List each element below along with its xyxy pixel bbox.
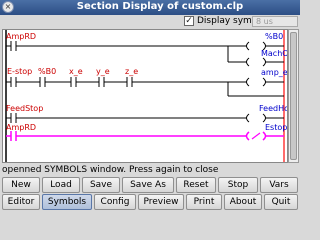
contact-label: FeedStop: [6, 104, 43, 113]
contact-label: x_e: [69, 67, 83, 76]
config-button[interactable]: Config: [94, 194, 136, 210]
coil-label: %B0: [265, 32, 283, 41]
coil-label: Estop: [265, 123, 287, 132]
ladder-canvas[interactable]: AmpRD %B0 MachOn E-stop %B0 x_e y_e z_e: [2, 29, 288, 163]
contact-symbol: [126, 77, 133, 87]
stop-button[interactable]: Stop: [218, 177, 258, 193]
load-button[interactable]: Load: [42, 177, 80, 193]
toolbar: ✓ Display symbols 8 us: [0, 15, 300, 29]
title-bar: × Section Display of custom.clp: [0, 0, 300, 16]
coil-label: MachOn: [261, 49, 287, 58]
editor-button[interactable]: Editor: [2, 194, 40, 210]
contact-label: z_e: [125, 67, 138, 76]
save-button[interactable]: Save: [82, 177, 120, 193]
contact-symbol: [10, 41, 17, 51]
quit-button[interactable]: Quit: [264, 194, 298, 210]
contact-label: E-stop: [7, 67, 32, 76]
contact-symbol: [39, 77, 46, 87]
contact-label: AmpRD: [6, 32, 36, 41]
print-button[interactable]: Print: [186, 194, 222, 210]
scrollbar-thumb[interactable]: [290, 32, 297, 160]
contact-symbol: [10, 131, 17, 141]
contact-label: %B0: [38, 67, 56, 76]
close-icon[interactable]: ×: [2, 1, 14, 13]
scan-time-field: 8 us: [252, 16, 298, 27]
coil-label: FeedHol: [259, 104, 287, 113]
contact-symbol: [10, 77, 17, 87]
coil-symbol: [245, 131, 267, 141]
button-row-1: New Load Save Save As Reset Stop Vars: [0, 177, 300, 195]
save-as-button[interactable]: Save As: [122, 177, 174, 193]
coil-symbol: [246, 77, 266, 87]
display-symbols-checkbox[interactable]: ✓: [184, 16, 194, 26]
window-title: Section Display of custom.clp: [76, 1, 244, 12]
reset-button[interactable]: Reset: [176, 177, 216, 193]
symbols-button[interactable]: Symbols: [42, 194, 92, 210]
about-button[interactable]: About: [224, 194, 262, 210]
new-button[interactable]: New: [2, 177, 40, 193]
coil-symbol: [246, 113, 266, 123]
coil-symbol: [246, 57, 266, 67]
vars-button[interactable]: Vars: [260, 177, 298, 193]
contact-symbol: [98, 77, 105, 87]
coil-label: amp_e: [261, 68, 287, 77]
contact-symbol: [70, 77, 77, 87]
contact-label: y_e: [96, 67, 110, 76]
vertical-scrollbar[interactable]: [288, 29, 299, 163]
preview-button[interactable]: Preview: [138, 194, 184, 210]
contact-symbol: [10, 113, 17, 123]
status-message: openned SYMBOLS window. Press again to c…: [2, 165, 219, 175]
button-row-2: Editor Symbols Config Preview Print Abou…: [0, 194, 300, 212]
contact-label: AmpRD: [6, 123, 36, 132]
